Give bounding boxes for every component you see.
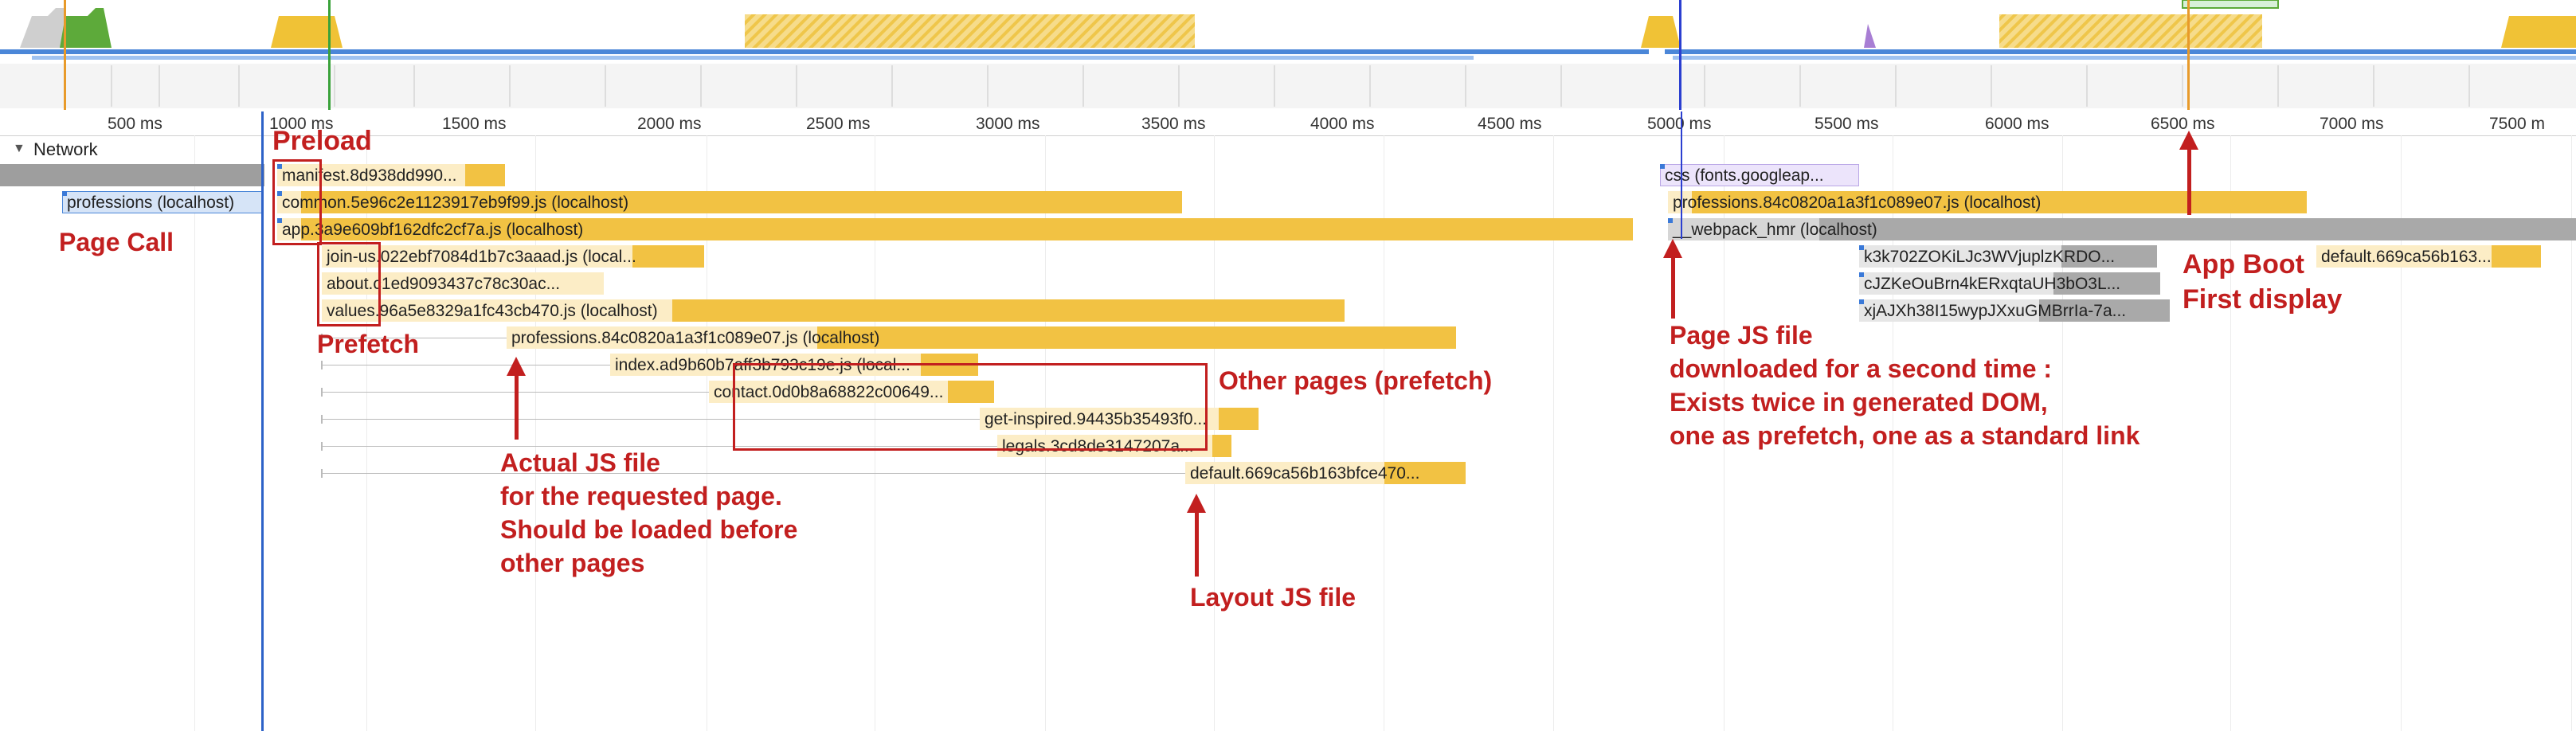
request-bar-professions-second[interactable]: professions.84c0820a1a3f1c089e07.js (loc… <box>1668 191 2307 213</box>
ruler-tick: 2000 ms <box>637 115 702 133</box>
annotation-layout-js: Layout JS file <box>1190 583 1357 612</box>
request-label: k3k702ZOKiLJc3WVjuplzKRDO... <box>1864 248 2116 266</box>
annotation-line: First display <box>2183 284 2343 315</box>
request-label: default.669ca56b163... <box>2321 248 2492 266</box>
annotation-actual-js: Actual JS file for the requested page. S… <box>500 446 797 580</box>
annotation-other-pages: Other pages (prefetch) <box>1219 366 1493 395</box>
annotation-preload: Preload <box>272 126 372 156</box>
annotation-app-boot: App Boot First display <box>2183 247 2342 317</box>
request-queue-line <box>321 361 610 369</box>
request-bar-font-2[interactable]: cJZKeOuBrn4kERxqtaUH3bO3L... <box>1859 272 2160 295</box>
request-bar-default[interactable]: default.669ca56b163bfce470... <box>1185 462 1466 484</box>
arrow-shaft <box>1671 256 1675 319</box>
annotation-line: for the requested page. <box>500 482 782 510</box>
overview-selection-box <box>2182 0 2279 9</box>
request-label: default.669ca56b163bfce470... <box>1190 464 1420 483</box>
request-label: __webpack_hmr (localhost) <box>1673 221 1877 239</box>
request-label: professions.84c0820a1a3f1c089e07.js (loc… <box>1673 194 2042 212</box>
arrow-up-icon <box>2179 131 2198 150</box>
arrow-up-icon <box>1187 494 1206 513</box>
ruler-tick: 7000 ms <box>2320 115 2384 133</box>
overview-idle-hatch-1 <box>745 14 1195 48</box>
overview-cpu-yellow-1 <box>271 16 343 48</box>
annotation-line: Exists twice in generated DOM, <box>1670 388 2048 416</box>
request-bar-professions-prefetch[interactable]: professions.84c0820a1a3f1c089e07.js (loc… <box>507 326 1456 349</box>
request-bar-default-second[interactable]: default.669ca56b163... <box>2316 245 2541 268</box>
preload-box <box>272 159 322 245</box>
other-pages-box <box>733 363 1208 451</box>
overview-marker-blue <box>1679 0 1681 110</box>
ruler-tick: 4000 ms <box>1310 115 1375 133</box>
ruler-tick: 1500 ms <box>442 115 507 133</box>
annotation-line: Should be loaded before <box>500 515 798 544</box>
request-bar-values[interactable]: values.96a5e8329a1fc43cb470.js (localhos… <box>322 299 1345 322</box>
request-bar-css-fonts[interactable]: css (fonts.googleap... <box>1660 164 1859 186</box>
request-label: app.3a9e609bf162dfc2cf7a.js (localhost) <box>282 221 584 239</box>
annotation-line: other pages <box>500 549 645 577</box>
annotation-line: Actual JS file <box>500 448 660 477</box>
overview-cpu-yellow-4 <box>2501 16 2576 48</box>
overview-net-lane-4 <box>1673 56 2576 60</box>
arrow-shaft <box>1195 511 1199 577</box>
request-label: professions.84c0820a1a3f1c089e07.js (loc… <box>511 329 880 347</box>
annotation-line: App Boot <box>2183 249 2304 280</box>
arrow-up-icon <box>1663 239 1682 258</box>
ruler-tick: 7500 m <box>2489 115 2546 133</box>
annotation-page-js-second: Page JS file downloaded for a second tim… <box>1670 319 2139 452</box>
ruler-tick: 4500 ms <box>1478 115 1542 133</box>
arrow-up-icon <box>507 357 526 376</box>
overview-net-lane-3 <box>32 56 1474 60</box>
prefetch-box <box>317 242 381 326</box>
request-bar-common[interactable]: common.5e96c2e1123917eb9f99.js (localhos… <box>277 191 1182 213</box>
request-bar-font-1[interactable]: k3k702ZOKiLJc3WVjuplzKRDO... <box>1859 245 2157 268</box>
request-bar-webpack-hmr[interactable]: __webpack_hmr (localhost) <box>1668 218 2576 240</box>
overview-marker-orange-2 <box>2187 0 2190 110</box>
ruler-tick: 3000 ms <box>976 115 1040 133</box>
annotation-line: one as prefetch, one as a standard link <box>1670 421 2140 450</box>
annotation-page-call: Page Call <box>59 228 174 256</box>
navigation-marker <box>1681 111 1682 239</box>
timeline-overview[interactable] <box>0 0 2576 111</box>
ruler-tick: 2500 ms <box>806 115 871 133</box>
ruler-tick: 5500 ms <box>1815 115 1879 133</box>
request-label: professions (localhost) <box>67 194 235 212</box>
overview-net-lane-2 <box>1665 49 2576 54</box>
request-label: common.5e96c2e1123917eb9f99.js (localhos… <box>282 194 629 212</box>
network-track-title: Network <box>33 139 98 159</box>
annotation-prefetch: Prefetch <box>317 330 420 358</box>
row-highlight <box>0 164 264 186</box>
overview-marker-green <box>328 0 331 110</box>
overview-marker-orange-1 <box>64 0 66 110</box>
gridline <box>194 135 195 731</box>
network-track-header[interactable]: ▼ Network <box>0 137 319 162</box>
arrow-shaft <box>515 374 519 440</box>
annotation-line: Page JS file <box>1670 321 1813 350</box>
overview-net-lane-1 <box>0 49 1649 54</box>
triangle-down-icon[interactable]: ▼ <box>13 142 25 156</box>
ruler-tick: 3500 ms <box>1141 115 1206 133</box>
request-label: css (fonts.googleap... <box>1665 166 1824 185</box>
dom-content-loaded-marker <box>261 111 264 731</box>
request-bar-app[interactable]: app.3a9e609bf162dfc2cf7a.js (localhost) <box>277 218 1633 240</box>
request-label: cJZKeOuBrn4kERxqtaUH3bO3L... <box>1864 275 2121 293</box>
ruler-tick: 5000 ms <box>1647 115 1712 133</box>
annotation-line: downloaded for a second time : <box>1670 354 2053 383</box>
request-bar-professions-doc[interactable]: professions (localhost) <box>62 191 263 213</box>
overview-idle-hatch-2 <box>1999 14 2262 48</box>
arrow-shaft <box>2187 148 2191 215</box>
ruler-tick: 500 ms <box>108 115 162 133</box>
ruler-tick: 6000 ms <box>1985 115 2049 133</box>
